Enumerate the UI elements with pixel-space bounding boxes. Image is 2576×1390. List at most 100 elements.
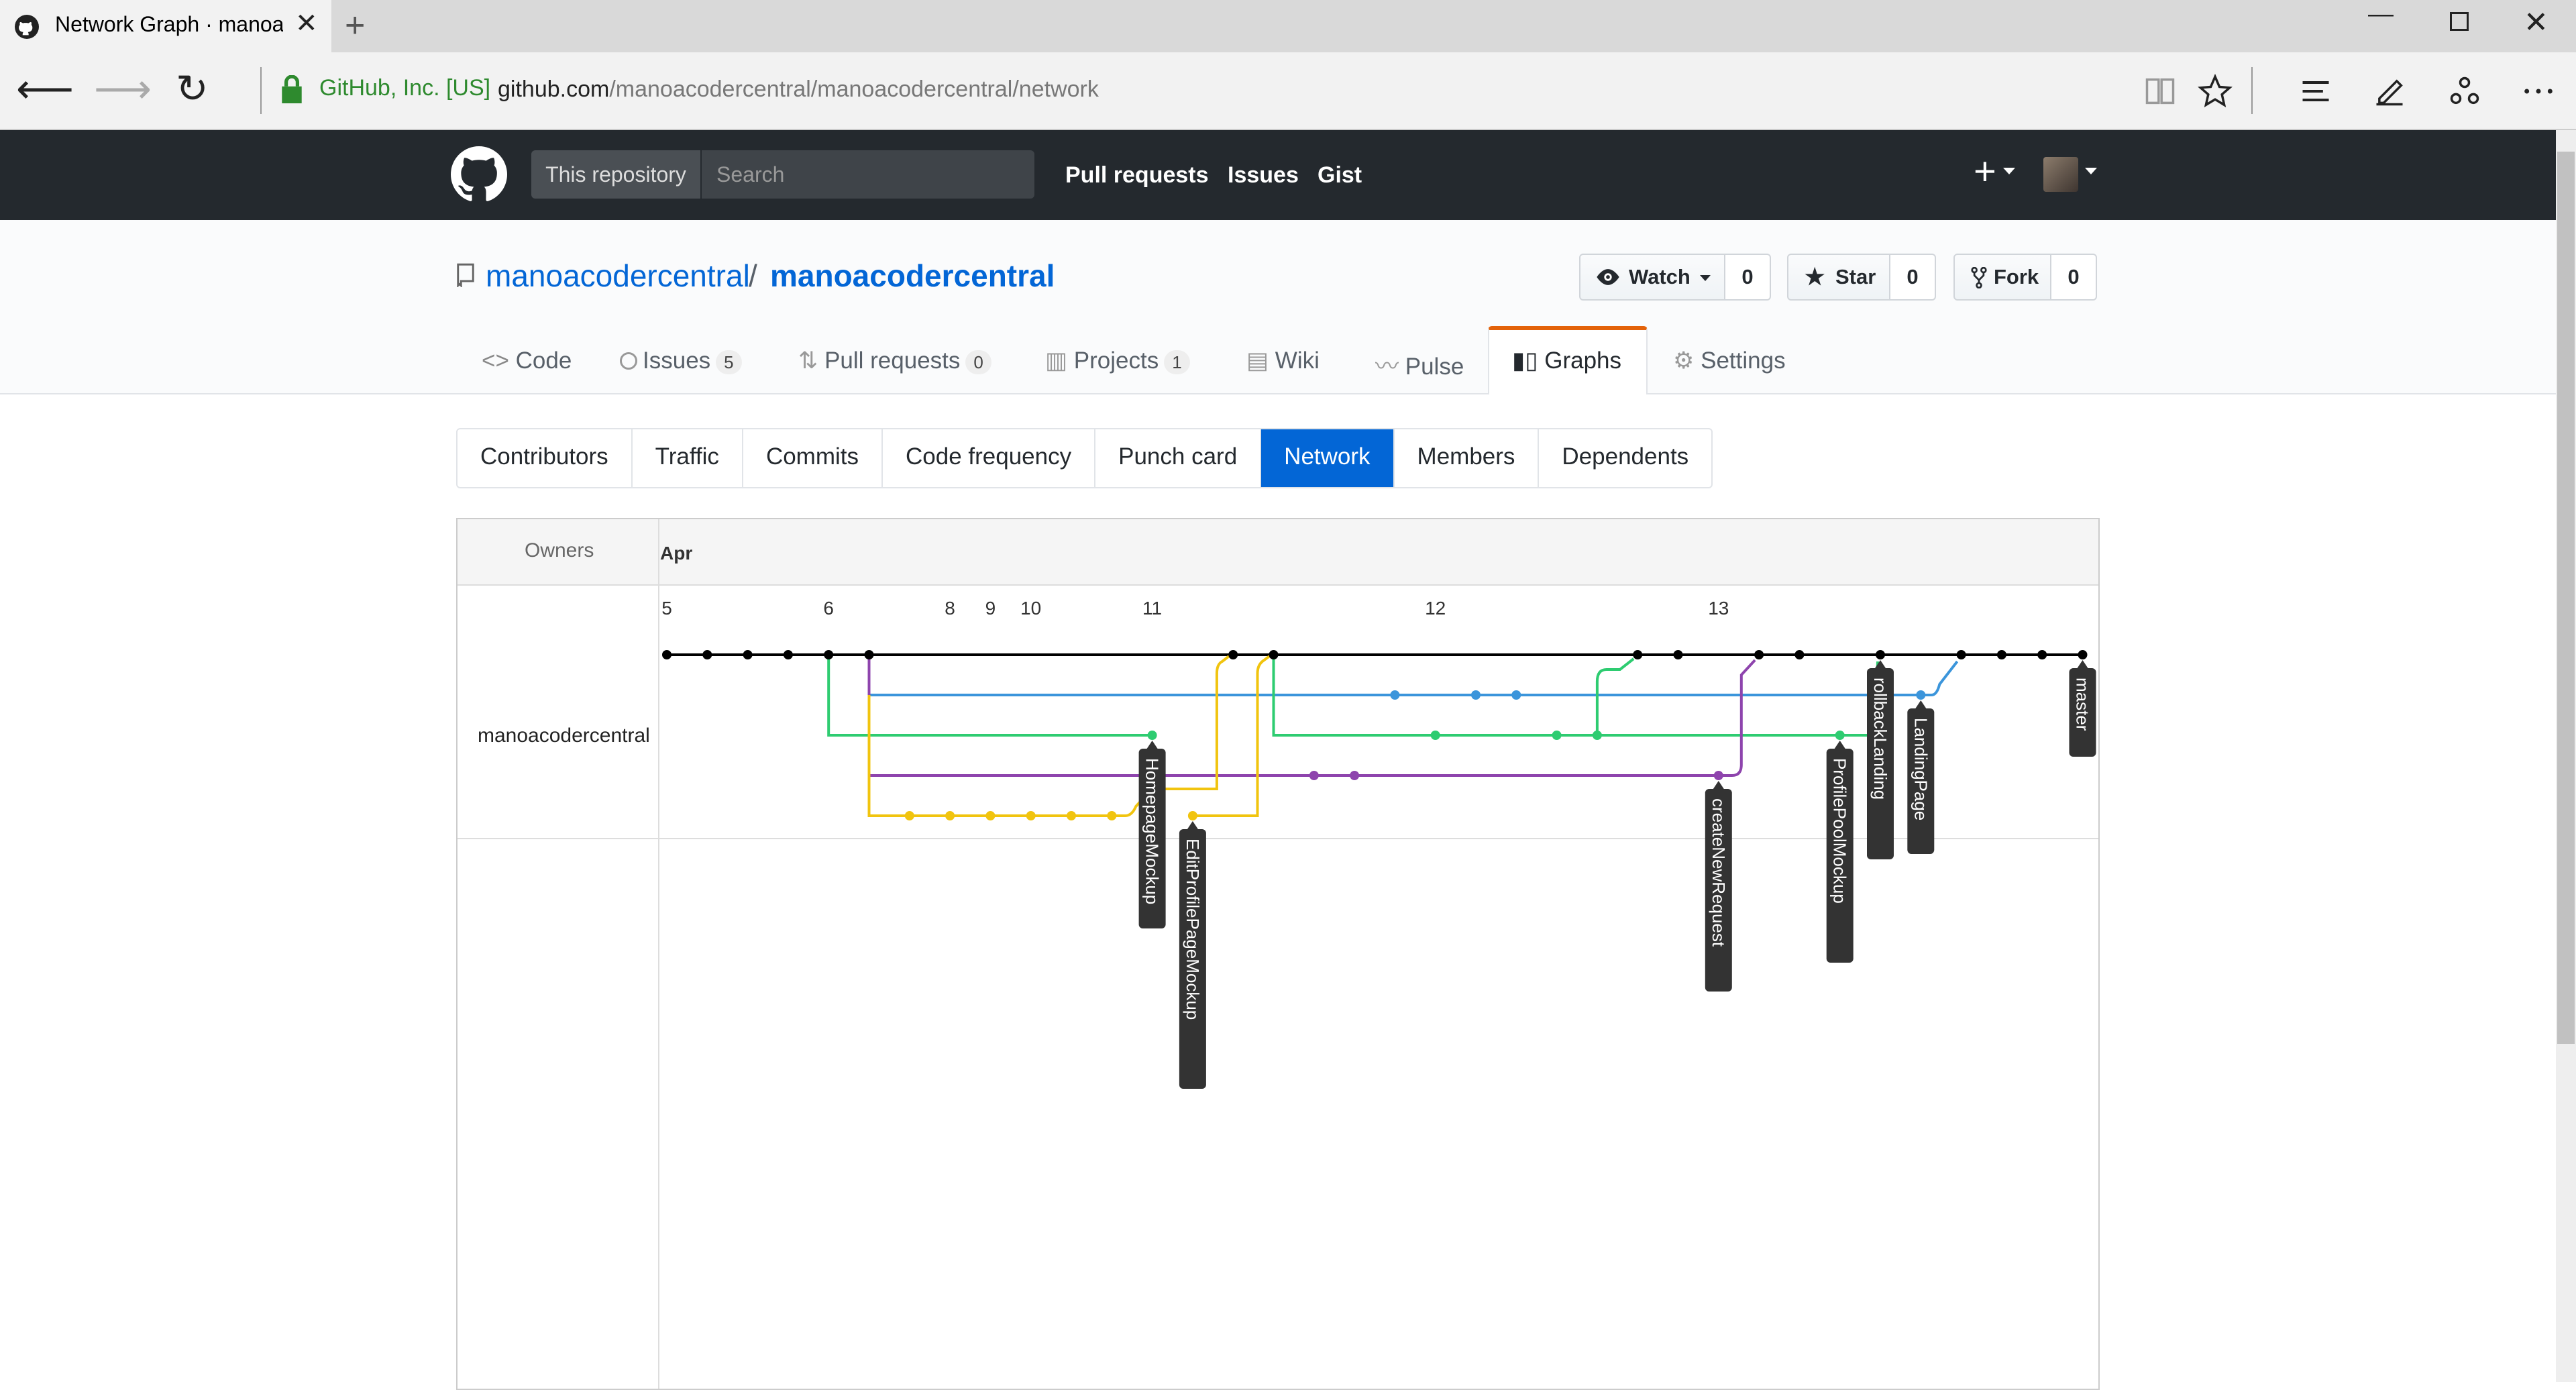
tab-title: Network Graph · manoa	[55, 12, 283, 36]
day-tick-label: 5	[661, 598, 672, 619]
web-note-icon[interactable]	[2372, 74, 2407, 109]
commit-dot	[985, 811, 996, 820]
github-logo-icon[interactable]	[451, 146, 507, 203]
chevron-down-icon	[2003, 168, 2015, 174]
header-nav-gist[interactable]: Gist	[1318, 162, 1362, 189]
subnav-network[interactable]: Network	[1261, 429, 1395, 487]
branch-label-text: HomepageMockup	[1142, 758, 1163, 904]
avatar[interactable]	[2043, 157, 2078, 192]
minimize-icon[interactable]: —	[2368, 0, 2394, 29]
star-button[interactable]: ★ Star	[1787, 254, 1890, 301]
tab-code[interactable]: <> Code	[482, 348, 572, 374]
watch-count[interactable]: 0	[1725, 254, 1771, 301]
branch-line-yellow	[867, 695, 1150, 817]
commit-dot	[1471, 690, 1481, 700]
more-icon[interactable]	[2521, 74, 2556, 109]
share-icon[interactable]	[2447, 74, 2482, 109]
certificate-label[interactable]: GitHub, Inc. [US]	[319, 75, 490, 101]
subnav-members[interactable]: Members	[1395, 429, 1540, 487]
search-input[interactable]: Search	[702, 150, 1034, 199]
commit-dot	[2037, 650, 2047, 659]
issue-opened-icon	[620, 352, 637, 370]
watch-label: Watch	[1629, 265, 1690, 288]
graph-header-strip	[458, 519, 2098, 585]
branch-label-pointer	[1187, 821, 1198, 829]
commit-dot	[1592, 731, 1602, 740]
branch-label-text: ProfilePoolMockup	[1830, 758, 1850, 904]
browser-titlebar: Network Graph · manoa ✕ + — ✕	[0, 0, 2576, 52]
commit-dot	[1996, 650, 2006, 659]
commit-dot	[662, 650, 672, 659]
tab-close-icon[interactable]: ✕	[295, 8, 318, 39]
commit-dot	[1956, 650, 1966, 659]
search-scope-label: This repository	[531, 150, 700, 199]
back-arrow-icon[interactable]: ⟵	[16, 66, 74, 113]
fork-count[interactable]: 0	[2051, 254, 2097, 301]
forward-arrow-icon[interactable]: ⟶	[94, 66, 152, 113]
hub-icon[interactable]	[2298, 74, 2333, 109]
commit-dot	[702, 650, 712, 659]
header-nav-pull-requests[interactable]: Pull requests	[1065, 162, 1209, 189]
commit-dot	[1673, 650, 1683, 659]
tab-projects[interactable]: ▥ Projects 1	[1045, 348, 1190, 374]
day-tick-label: 6	[823, 598, 834, 619]
browser-toolbar: ⟵ ⟶ ↻ GitHub, Inc. [US] github.com/manoa…	[0, 52, 2576, 130]
commit-dot	[1713, 771, 1723, 780]
commit-dot	[1754, 650, 1764, 659]
header-nav-issues[interactable]: Issues	[1228, 162, 1299, 189]
commit-dot	[1876, 650, 1885, 659]
new-tab-icon[interactable]: +	[345, 5, 365, 46]
subnav-punch-card[interactable]: Punch card	[1095, 429, 1262, 487]
repo-owner-link[interactable]: manoacodercentral	[486, 258, 750, 294]
network-graph-canvas[interactable]: Apr 5 6 8 9 10 11 12 13 master rollbackLanding Land…	[458, 519, 2098, 1389]
branch-line-blue	[867, 655, 1959, 696]
branch-label-text: rollbackLanding	[1870, 678, 1890, 800]
day-tick-label: 12	[1425, 598, 1446, 619]
refresh-icon[interactable]: ↻	[176, 66, 209, 111]
commit-dot	[1228, 650, 1238, 659]
star-count[interactable]: 0	[1890, 254, 1936, 301]
browser-tab[interactable]: Network Graph · manoa ✕	[0, 0, 331, 52]
branch-label-pointer	[2077, 660, 2088, 668]
commit-dot	[783, 650, 793, 659]
commit-dot	[1916, 690, 1926, 700]
tab-pulse[interactable]: 〰 Pulse	[1375, 348, 1464, 382]
branch-label-text: master	[2073, 678, 2093, 731]
commit-dot	[1107, 811, 1117, 820]
watch-button[interactable]: Watch	[1579, 254, 1725, 301]
subnav-dependents[interactable]: Dependents	[1539, 429, 1711, 487]
branch-line-green	[1595, 657, 1635, 735]
page-scrollbar-thumb[interactable]	[2557, 152, 2575, 1044]
star-label: Star	[1835, 265, 1876, 288]
tab-wiki[interactable]: ▤ Wiki	[1246, 348, 1320, 374]
tab-settings[interactable]: ⚙ Settings	[1673, 348, 1786, 374]
tab-issues[interactable]: Issues 5	[620, 348, 742, 374]
day-tick-label: 8	[945, 598, 955, 619]
eye-icon	[1597, 269, 1619, 285]
issues-counter: 5	[716, 350, 742, 374]
commit-dot	[1147, 731, 1157, 740]
pulls-counter: 0	[965, 350, 991, 374]
create-new-icon[interactable]: +	[1974, 149, 1996, 194]
fork-button[interactable]: Fork	[1953, 254, 2051, 301]
restore-icon[interactable]	[2450, 12, 2469, 31]
day-tick-label: 10	[1020, 598, 1041, 619]
commit-dot	[864, 650, 874, 659]
commit-dot	[1633, 650, 1643, 659]
subnav-traffic[interactable]: Traffic	[633, 429, 743, 487]
tab-pull-requests[interactable]: ⇅ Pull requests 0	[798, 348, 991, 374]
tab-graphs[interactable]: ▮▯ Graphs	[1512, 348, 1621, 374]
subnav-contributors[interactable]: Contributors	[458, 429, 633, 487]
projects-counter: 1	[1164, 350, 1190, 374]
subnav-code-frequency[interactable]: Code frequency	[883, 429, 1096, 487]
branch-label-pointer	[1146, 741, 1158, 749]
code-icon: <>	[482, 348, 516, 374]
reading-view-icon[interactable]	[2143, 74, 2178, 109]
window-close-icon[interactable]: ✕	[2524, 5, 2548, 40]
subnav-commits[interactable]: Commits	[743, 429, 883, 487]
commit-dot	[1390, 690, 1400, 700]
address-bar[interactable]: github.com/manoacodercentral/manoacoderc…	[498, 76, 1099, 103]
network-graph[interactable]: Apr 5 6 8 9 10 11 12 13 master rollbackLanding Land…	[456, 518, 2100, 1390]
repo-name-link[interactable]: manoacodercentral	[770, 258, 1055, 294]
favorite-star-icon[interactable]	[2198, 74, 2233, 109]
